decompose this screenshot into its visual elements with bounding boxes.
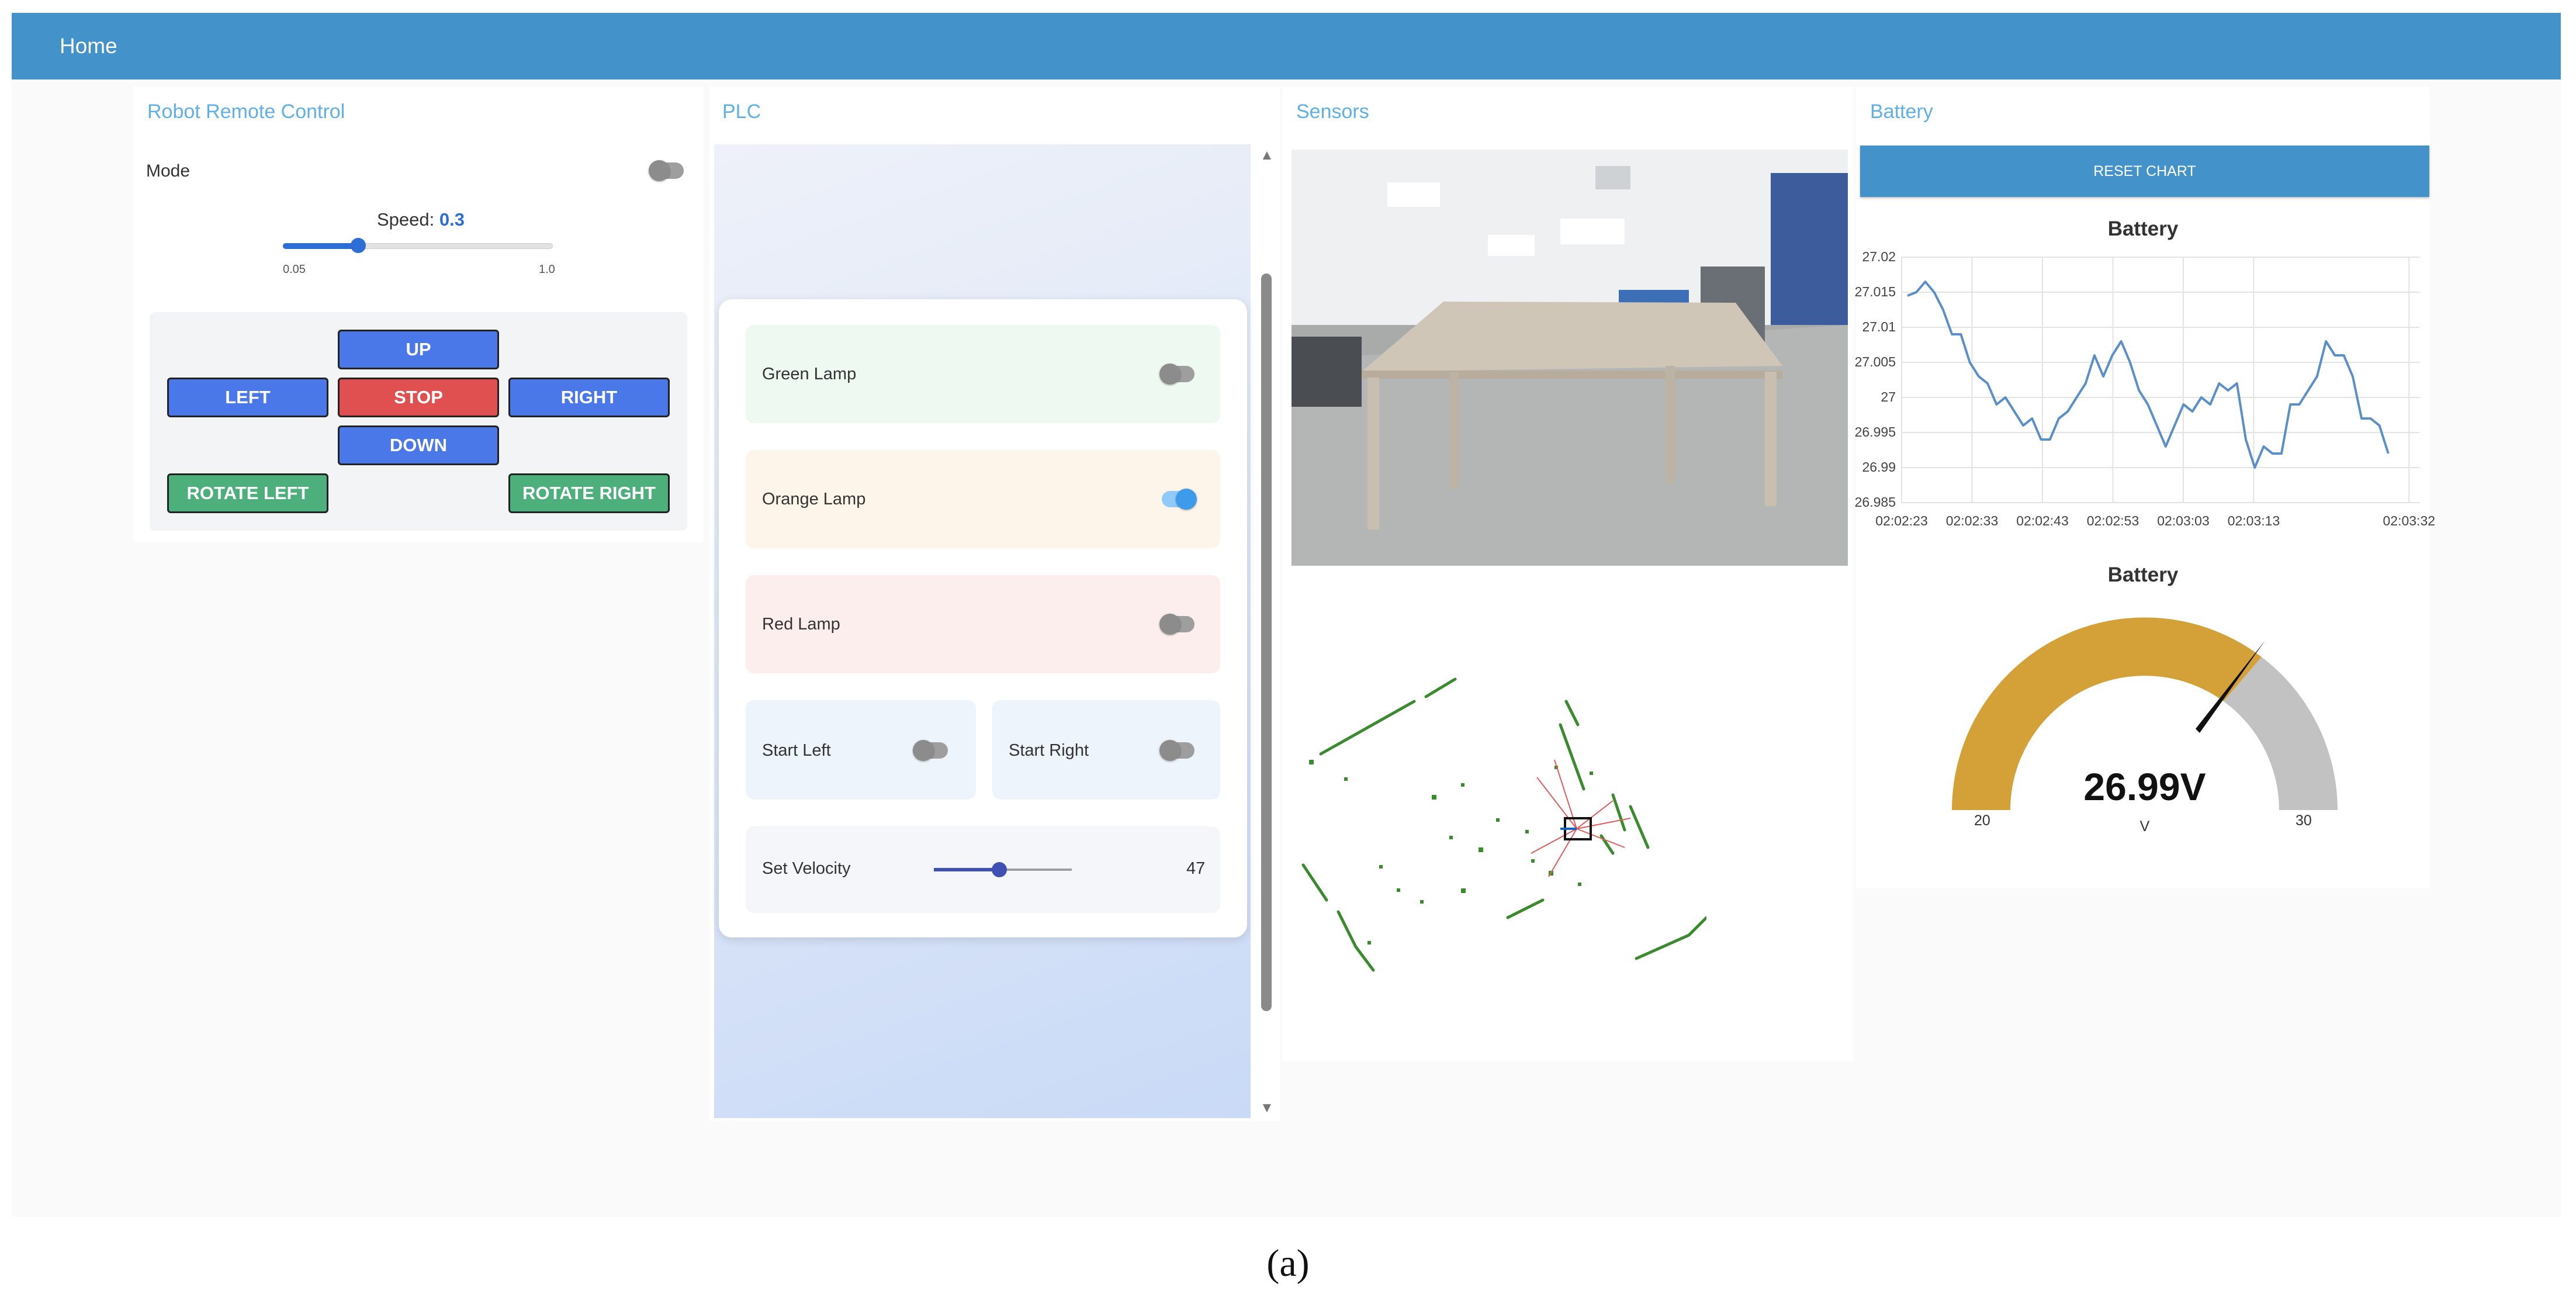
direction-pad: UP LEFT STOP RIGHT DOWN ROTATE LEFT ROTA…: [150, 312, 687, 531]
sensors-title: Sensors: [1296, 101, 1369, 123]
start-right-knob: [1159, 740, 1180, 761]
stop-button[interactable]: STOP: [338, 378, 499, 417]
green-lamp-knob: [1159, 364, 1180, 385]
velocity-value: 47: [1186, 859, 1206, 878]
battery-gauge-title: Battery: [2107, 563, 2179, 586]
battery-gauge: [1952, 617, 2338, 810]
orange-lamp-toggle[interactable]: [1162, 489, 1197, 510]
red-lamp-knob: [1159, 614, 1180, 635]
x-tick-label: 02:03:32: [2383, 513, 2436, 528]
green-lamp-label: Green Lamp: [762, 365, 857, 383]
scroll-down-arrow[interactable]: ▼: [1260, 1100, 1274, 1116]
robot-control-card: Robot Remote Control Mode Speed: 0.3 0.0…: [133, 86, 704, 542]
velocity-slider-fill: [934, 868, 999, 871]
speed-label: Speed:: [377, 209, 435, 230]
x-tick-label: 02:02:23: [1875, 513, 1928, 528]
plc-controls-panel: Green Lamp Orange Lamp Red Lamp Start Le…: [719, 299, 1247, 937]
start-right-label: Start Right: [1009, 741, 1089, 760]
x-tick-label: 02:02:43: [2016, 513, 2069, 528]
battery-chart-title: Battery: [2107, 217, 2179, 240]
x-tick-label: 02:02:33: [1945, 513, 1999, 528]
orange-lamp-knob: [1176, 489, 1197, 510]
robot-control-title: Robot Remote Control: [147, 101, 345, 123]
start-left-toggle[interactable]: [913, 740, 948, 761]
rotate-left-button[interactable]: ROTATE LEFT: [167, 473, 328, 513]
down-button[interactable]: DOWN: [338, 425, 499, 465]
battery-line-chart: [1901, 257, 2419, 503]
gauge-max-label: 30: [2295, 812, 2312, 829]
start-right-row: Start Right: [992, 700, 1220, 800]
mode-label: Mode: [146, 161, 191, 181]
green-lamp-toggle[interactable]: [1159, 364, 1194, 385]
plc-scrollbar[interactable]: [1261, 274, 1272, 1011]
orange-lamp-row: Orange Lamp: [746, 450, 1220, 548]
battery-series-line: [1907, 281, 2390, 469]
speed-slider[interactable]: [283, 238, 553, 253]
velocity-slider-thumb[interactable]: [992, 862, 1007, 877]
figure-caption: (a): [1266, 1242, 1310, 1285]
start-left-row: Start Left: [746, 700, 976, 800]
x-tick-label: 02:02:53: [2086, 513, 2139, 528]
speed-max-label: 1.0: [539, 263, 555, 276]
battery-title: Battery: [1870, 101, 1933, 123]
start-right-toggle[interactable]: [1159, 740, 1194, 761]
right-button[interactable]: RIGHT: [508, 378, 670, 417]
nav-home-link[interactable]: Home: [60, 13, 117, 79]
speed-slider-fill: [283, 243, 358, 249]
speed-value: 0.3: [439, 209, 465, 230]
velocity-row: Set Velocity 47: [746, 826, 1220, 913]
orange-lamp-label: Orange Lamp: [762, 490, 866, 508]
red-lamp-row: Red Lamp: [746, 575, 1220, 673]
rotate-right-button[interactable]: ROTATE RIGHT: [508, 473, 670, 513]
speed-slider-thumb[interactable]: [351, 238, 366, 253]
top-nav-bar: Home: [12, 13, 2561, 79]
gauge-value: 26.99V: [2083, 765, 2206, 808]
start-left-knob: [913, 740, 934, 761]
speed-readout: Speed: 0.3: [245, 209, 596, 230]
camera-feed: [1292, 150, 1848, 566]
scroll-up-arrow[interactable]: ▲: [1260, 147, 1274, 164]
velocity-slider[interactable]: [934, 862, 1072, 877]
start-left-label: Start Left: [762, 741, 831, 760]
mode-toggle-knob: [649, 160, 670, 181]
green-lamp-row: Green Lamp: [746, 325, 1220, 423]
gauge-min-label: 20: [1974, 812, 1990, 829]
gauge-unit: V: [2139, 818, 2150, 835]
mode-toggle[interactable]: [649, 160, 684, 181]
velocity-label: Set Velocity: [762, 859, 851, 878]
x-tick-label: 02:03:13: [2227, 513, 2280, 528]
lidar-map: [1301, 677, 1706, 972]
x-tick-label: 02:03:03: [2157, 513, 2210, 528]
red-lamp-toggle[interactable]: [1159, 614, 1194, 635]
reset-chart-button[interactable]: RESET CHART: [1860, 146, 2429, 197]
up-button[interactable]: UP: [338, 330, 499, 369]
plc-title: PLC: [722, 101, 761, 123]
left-button[interactable]: LEFT: [167, 378, 328, 417]
red-lamp-label: Red Lamp: [762, 615, 840, 634]
speed-min-label: 0.05: [283, 263, 306, 276]
